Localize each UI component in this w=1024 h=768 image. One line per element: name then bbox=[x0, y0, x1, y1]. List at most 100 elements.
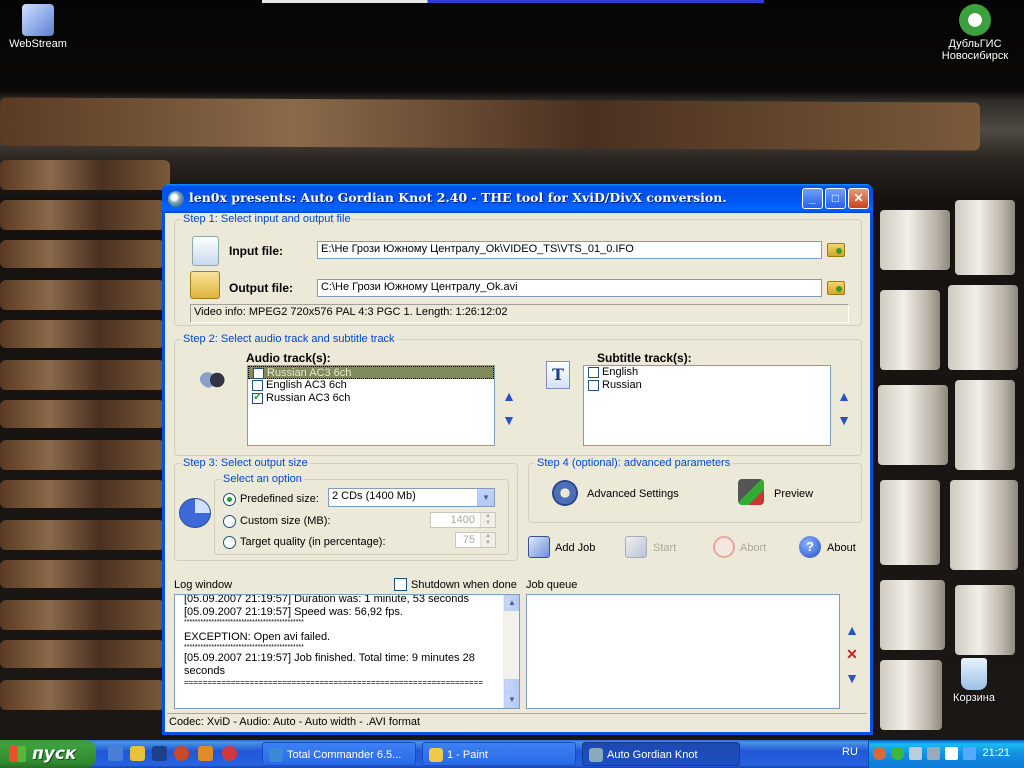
track-label: Russian AC3 6ch bbox=[266, 392, 351, 404]
maximize-icon: □ bbox=[831, 191, 840, 205]
spinner-icon[interactable]: ▲ ▼ bbox=[480, 533, 495, 547]
scroll-up-icon[interactable]: ▲ bbox=[504, 595, 519, 611]
track-checkbox[interactable] bbox=[252, 380, 263, 391]
desktop-icon-label: ДубльГИС Новосибирск bbox=[941, 38, 1009, 62]
scroll-down-icon[interactable]: ▼ bbox=[504, 692, 519, 708]
gear-icon[interactable] bbox=[552, 480, 578, 506]
input-file-field[interactable]: E:\Не Грози Южному Централу_Ok\VIDEO_TS\… bbox=[317, 241, 822, 259]
start-label: пуск bbox=[32, 744, 77, 764]
log-window[interactable]: [05.09.2007 21:19:57] Duration was: 1 mi… bbox=[174, 594, 520, 709]
queue-down-arrow-icon[interactable]: ▼ bbox=[845, 671, 859, 685]
audio-track-item[interactable]: English AC3 6ch bbox=[248, 379, 494, 392]
film-reel-icon[interactable] bbox=[738, 479, 764, 505]
tray-expand-icon[interactable] bbox=[873, 747, 886, 760]
add-job-icon[interactable] bbox=[528, 536, 550, 558]
about-button[interactable]: About bbox=[827, 542, 856, 554]
subtitle-up-arrow-icon[interactable]: ▲ bbox=[837, 389, 851, 403]
language-indicator[interactable]: RU bbox=[842, 746, 858, 758]
quicklaunch-ie-icon[interactable] bbox=[108, 746, 123, 761]
desktop-icon-webstream[interactable]: WebStream bbox=[0, 4, 83, 50]
tray-network2-icon[interactable] bbox=[927, 747, 940, 760]
start-icon[interactable] bbox=[625, 536, 647, 558]
track-checkbox[interactable] bbox=[588, 367, 599, 378]
target-quality-field[interactable]: 75 ▲ ▼ bbox=[455, 532, 496, 548]
step2-legend: Step 2: Select audio track and subtitle … bbox=[183, 333, 395, 345]
step4-legend: Step 4 (optional): advanced parameters bbox=[537, 457, 731, 469]
predefined-size-select[interactable]: 2 CDs (1400 Mb) ▼ bbox=[328, 488, 495, 507]
job-queue-label: Job queue bbox=[526, 579, 578, 591]
task-total-commander[interactable]: Total Commander 6.5... bbox=[262, 742, 416, 766]
close-button[interactable]: ✕ bbox=[848, 188, 869, 209]
output-file-field[interactable]: C:\Не Грози Южному Централу_Ok.avi bbox=[317, 279, 822, 297]
paint-icon bbox=[429, 748, 443, 762]
desktop-icon-dublgis[interactable]: ДубльГИС Новосибирск bbox=[930, 4, 1020, 62]
title-bar[interactable]: len0x presents: Auto Gordian Knot 2.40 -… bbox=[162, 184, 873, 213]
abort-button[interactable]: Abort bbox=[740, 542, 766, 554]
abort-icon[interactable] bbox=[713, 536, 735, 558]
add-job-button[interactable]: Add Job bbox=[555, 542, 595, 554]
tray-network-icon[interactable] bbox=[909, 747, 922, 760]
audio-tracks-list[interactable]: Russian AC3 6ch English AC3 6ch Russian … bbox=[247, 365, 495, 446]
quicklaunch-pencil-icon[interactable] bbox=[130, 746, 145, 761]
track-label: Russian bbox=[602, 379, 642, 391]
subtitle-track-item[interactable]: English bbox=[584, 366, 830, 379]
subtitle-tracks-list[interactable]: English Russian bbox=[583, 365, 831, 446]
output-file-label: Output file: bbox=[229, 281, 293, 295]
windows-flag-icon bbox=[9, 746, 26, 762]
preview-button[interactable]: Preview bbox=[774, 488, 813, 500]
spinner-icon[interactable]: ▲ ▼ bbox=[480, 513, 495, 527]
shutdown-checkbox[interactable] bbox=[394, 578, 407, 591]
status-bar: Codec: XviD - Audio: Auto - Auto width -… bbox=[167, 713, 867, 730]
desktop-icon-recycle-bin[interactable]: Корзина bbox=[929, 658, 1019, 704]
help-icon[interactable]: ? bbox=[799, 536, 821, 558]
predefined-size-radio[interactable] bbox=[223, 493, 236, 506]
quicklaunch-home-icon[interactable] bbox=[198, 746, 213, 761]
start-button[interactable]: Start bbox=[653, 542, 676, 554]
scroll-thumb[interactable] bbox=[504, 679, 519, 693]
start-button[interactable]: пуск bbox=[0, 740, 96, 768]
track-checkbox[interactable] bbox=[252, 391, 263, 404]
chevron-down-icon[interactable]: ▼ bbox=[477, 489, 494, 506]
audio-track-item[interactable]: Russian AC3 6ch bbox=[248, 366, 494, 379]
audio-up-arrow-icon[interactable]: ▲ bbox=[502, 389, 516, 403]
audio-down-arrow-icon[interactable]: ▼ bbox=[502, 413, 516, 427]
quicklaunch-app-icon[interactable] bbox=[222, 746, 237, 761]
quicklaunch-floppy-icon[interactable] bbox=[152, 746, 167, 761]
step3-legend: Step 3: Select output size bbox=[183, 457, 308, 469]
tray-volume-icon[interactable] bbox=[945, 747, 958, 760]
log-line: [05.09.2007 21:19:57] Job finished. Tota… bbox=[184, 652, 475, 664]
size-icon bbox=[179, 498, 211, 528]
desktop-icon-label: Корзина bbox=[953, 692, 995, 704]
custom-size-radio[interactable] bbox=[223, 515, 236, 528]
task-paint[interactable]: 1 - Paint bbox=[422, 742, 576, 766]
task-auto-gordian-knot[interactable]: Auto Gordian Knot bbox=[582, 742, 740, 766]
quicklaunch-media-icon[interactable] bbox=[174, 746, 189, 761]
track-label: English AC3 6ch bbox=[266, 379, 347, 391]
browse-input-icon[interactable] bbox=[827, 243, 845, 257]
custom-size-field[interactable]: 1400 ▲ ▼ bbox=[430, 512, 496, 528]
track-checkbox[interactable] bbox=[253, 368, 264, 379]
predefined-size-label: Predefined size: bbox=[240, 493, 319, 505]
target-quality-radio[interactable] bbox=[223, 536, 236, 549]
subtitle-track-item[interactable]: Russian bbox=[584, 379, 830, 392]
app-icon[interactable] bbox=[168, 191, 184, 207]
log-scrollbar[interactable]: ▲ ▼ bbox=[503, 595, 519, 708]
advanced-settings-button[interactable]: Advanced Settings bbox=[587, 488, 679, 500]
task-label: Auto Gordian Knot bbox=[607, 749, 698, 761]
browse-output-icon[interactable] bbox=[827, 281, 845, 295]
total-commander-icon bbox=[269, 748, 283, 762]
tray-app-icon[interactable] bbox=[963, 747, 976, 760]
job-queue-list[interactable] bbox=[526, 594, 840, 709]
minimize-button[interactable]: _ bbox=[802, 188, 823, 209]
window-title: len0x presents: Auto Gordian Knot 2.40 -… bbox=[189, 190, 727, 205]
log-line: EXCEPTION: Open avi failed. bbox=[184, 631, 331, 643]
track-checkbox[interactable] bbox=[588, 380, 599, 391]
maximize-button[interactable]: □ bbox=[825, 188, 846, 209]
option-legend: Select an option bbox=[223, 473, 302, 485]
subtitle-down-arrow-icon[interactable]: ▼ bbox=[837, 413, 851, 427]
clock[interactable]: 21:21 bbox=[982, 747, 1010, 759]
tray-flower-icon[interactable] bbox=[891, 747, 904, 760]
queue-up-arrow-icon[interactable]: ▲ bbox=[845, 623, 859, 637]
audio-track-item[interactable]: Russian AC3 6ch bbox=[248, 391, 494, 405]
queue-delete-icon[interactable]: ✕ bbox=[845, 647, 859, 661]
